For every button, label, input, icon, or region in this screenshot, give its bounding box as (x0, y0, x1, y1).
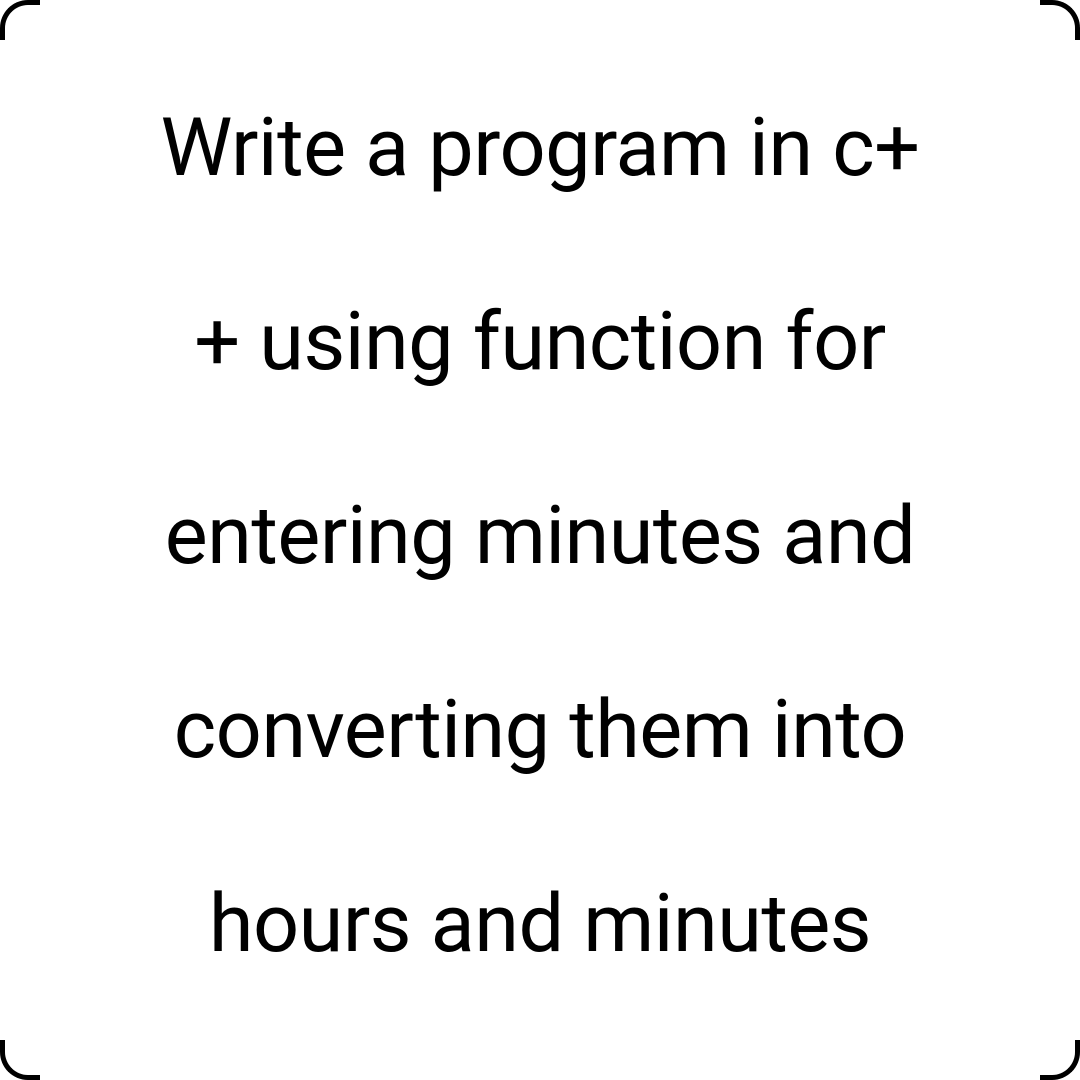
text-line-5: hours and minutes (209, 876, 871, 971)
text-line-3: entering minutes and (165, 488, 916, 583)
question-text-container: Write a program in c+ + using function f… (0, 0, 1080, 1080)
text-line-2: + using function for (194, 294, 885, 389)
text-line-4: converting them into (174, 682, 906, 777)
text-line-1: Write a program in c+ (160, 100, 919, 195)
